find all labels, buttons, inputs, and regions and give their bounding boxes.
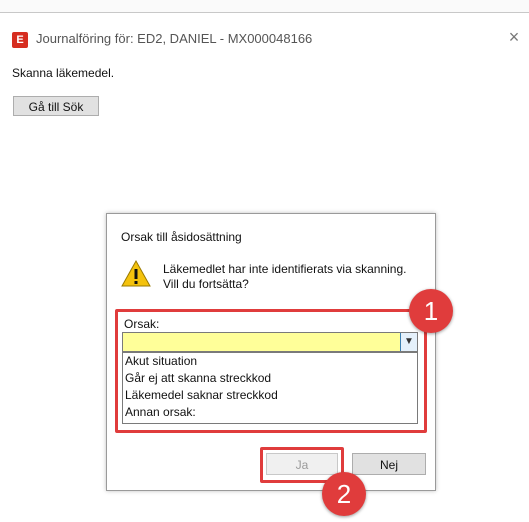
window-title: Journalföring för: ED2, DANIEL - MX00004…: [36, 31, 313, 46]
scan-instruction: Skanna läkemedel.: [12, 66, 115, 80]
dialog-title: Orsak till åsidosättning: [121, 230, 242, 244]
highlight-reason-area: [115, 309, 427, 433]
title-bar: E Journalföring för: ED2, DANIEL - MX000…: [0, 12, 529, 48]
dialog-message-line2: Vill du fortsätta?: [163, 277, 249, 291]
close-icon[interactable]: ×: [504, 26, 524, 48]
callout-badge-1: 1: [409, 289, 453, 333]
warning-icon: [121, 260, 151, 287]
app-logo-icon: E: [12, 32, 28, 48]
callout-badge-2: 2: [322, 472, 366, 516]
no-button[interactable]: Nej: [352, 453, 426, 475]
dialog-message-line1: Läkemedlet har inte identifierats via sk…: [163, 262, 407, 276]
goto-search-button[interactable]: Gå till Sök: [13, 96, 99, 116]
dialog-message: Läkemedlet har inte identifierats via sk…: [163, 262, 423, 292]
